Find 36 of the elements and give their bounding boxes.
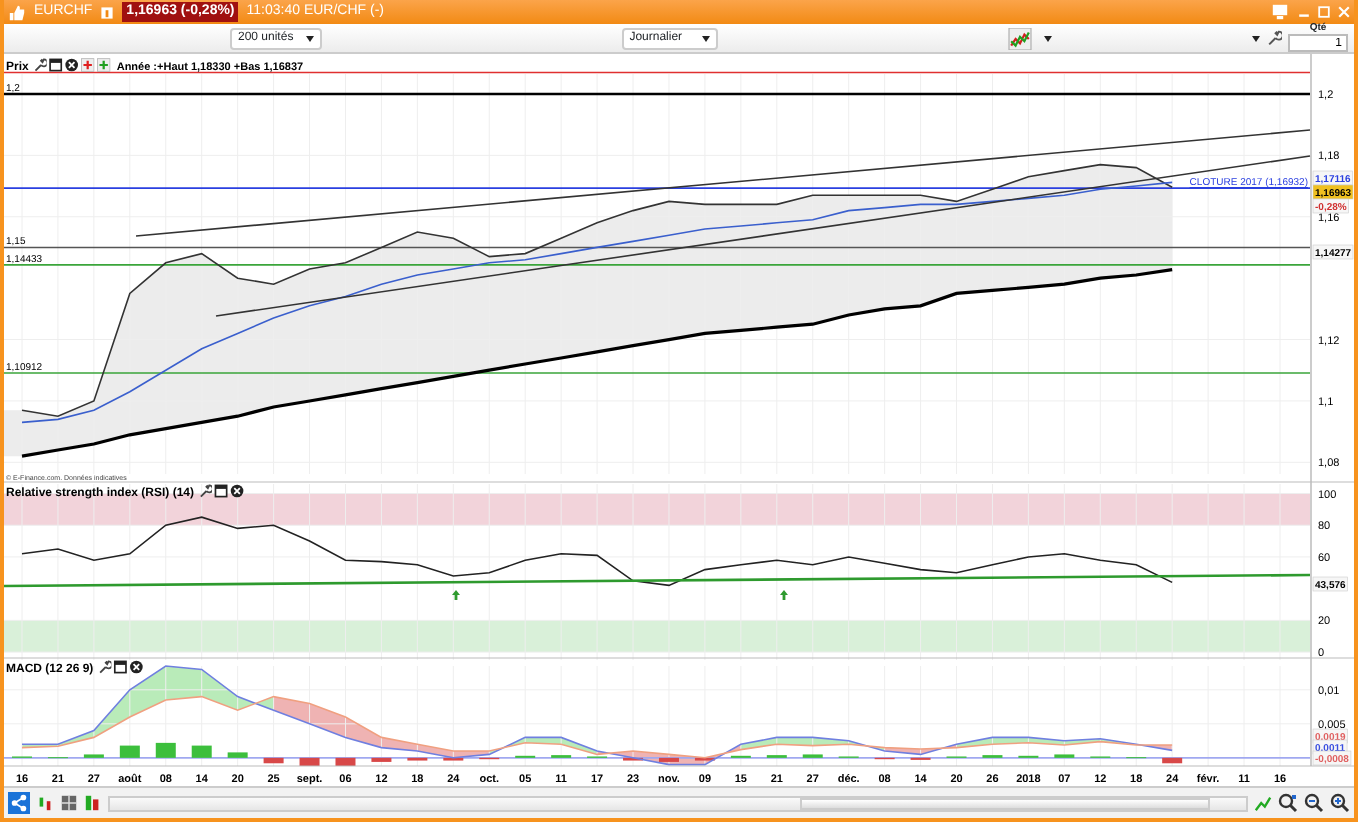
add-icon[interactable] (81, 58, 94, 72)
wrench-icon[interactable] (1266, 30, 1282, 46)
wrench-icon[interactable] (100, 661, 113, 673)
window-icon[interactable] (50, 59, 62, 71)
wrench-icon[interactable] (35, 59, 48, 71)
zoom-fit-icon[interactable] (1278, 792, 1298, 814)
zoom-in-icon[interactable] (1330, 792, 1350, 814)
histogram-bar (299, 757, 320, 766)
window-icon[interactable] (114, 661, 126, 673)
scroll-bar[interactable] (108, 795, 1248, 811)
bars-icon[interactable] (84, 792, 102, 814)
indicator-chart-icon[interactable] (1003, 27, 1036, 49)
up-arrow-icon (452, 590, 460, 600)
add-icon[interactable] (97, 58, 110, 72)
close-circle-icon[interactable] (65, 58, 78, 72)
histogram-bar (1162, 757, 1183, 764)
window-icon[interactable] (215, 485, 227, 497)
histogram-bar (371, 757, 392, 762)
caret-icon[interactable] (1043, 35, 1052, 41)
share-icon[interactable] (8, 792, 30, 814)
grid-icon[interactable] (60, 792, 78, 814)
histogram-bar (227, 752, 248, 758)
wrench-icon[interactable] (200, 485, 213, 497)
histogram-bar (658, 757, 679, 762)
up-arrow-icon (780, 590, 788, 600)
close-circle-icon[interactable] (230, 484, 244, 498)
thumbs-up-icon[interactable] (8, 3, 26, 21)
caret-icon[interactable] (1252, 35, 1260, 41)
caret-icon (701, 35, 710, 41)
histogram-bar (263, 757, 284, 764)
zoom-out-icon[interactable] (1304, 792, 1324, 814)
close-circle-icon[interactable] (130, 660, 143, 674)
caret-icon (305, 35, 314, 41)
histogram-bar (335, 757, 356, 766)
candle-icon[interactable] (36, 792, 54, 814)
scroll-thumb[interactable] (800, 797, 1210, 809)
